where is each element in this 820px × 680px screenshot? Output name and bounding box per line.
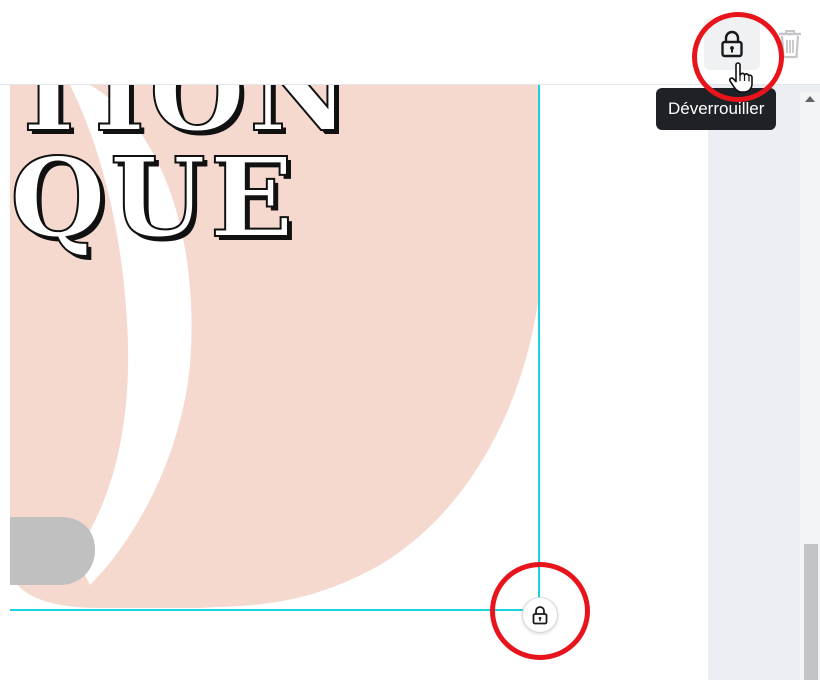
gray-pill bbox=[10, 517, 95, 585]
padlock-icon bbox=[721, 30, 743, 58]
scroll-up-arrow-icon[interactable] bbox=[805, 96, 815, 102]
trash-icon bbox=[779, 30, 801, 59]
editor-toolbar bbox=[0, 0, 820, 85]
tooltip-label: Déverrouiller bbox=[668, 99, 765, 118]
padlock-icon bbox=[532, 606, 548, 625]
hand-pointer-icon bbox=[728, 62, 754, 98]
headline-line-2: QUE bbox=[9, 133, 298, 262]
element-lock-button[interactable] bbox=[522, 597, 558, 633]
scroll-thumb[interactable] bbox=[804, 544, 818, 680]
vertical-scrollbar[interactable] bbox=[800, 92, 820, 680]
unlock-tooltip: Déverrouiller bbox=[656, 88, 777, 130]
design-canvas[interactable]: TION QUE bbox=[0, 85, 708, 680]
delete-button[interactable] bbox=[770, 22, 810, 66]
